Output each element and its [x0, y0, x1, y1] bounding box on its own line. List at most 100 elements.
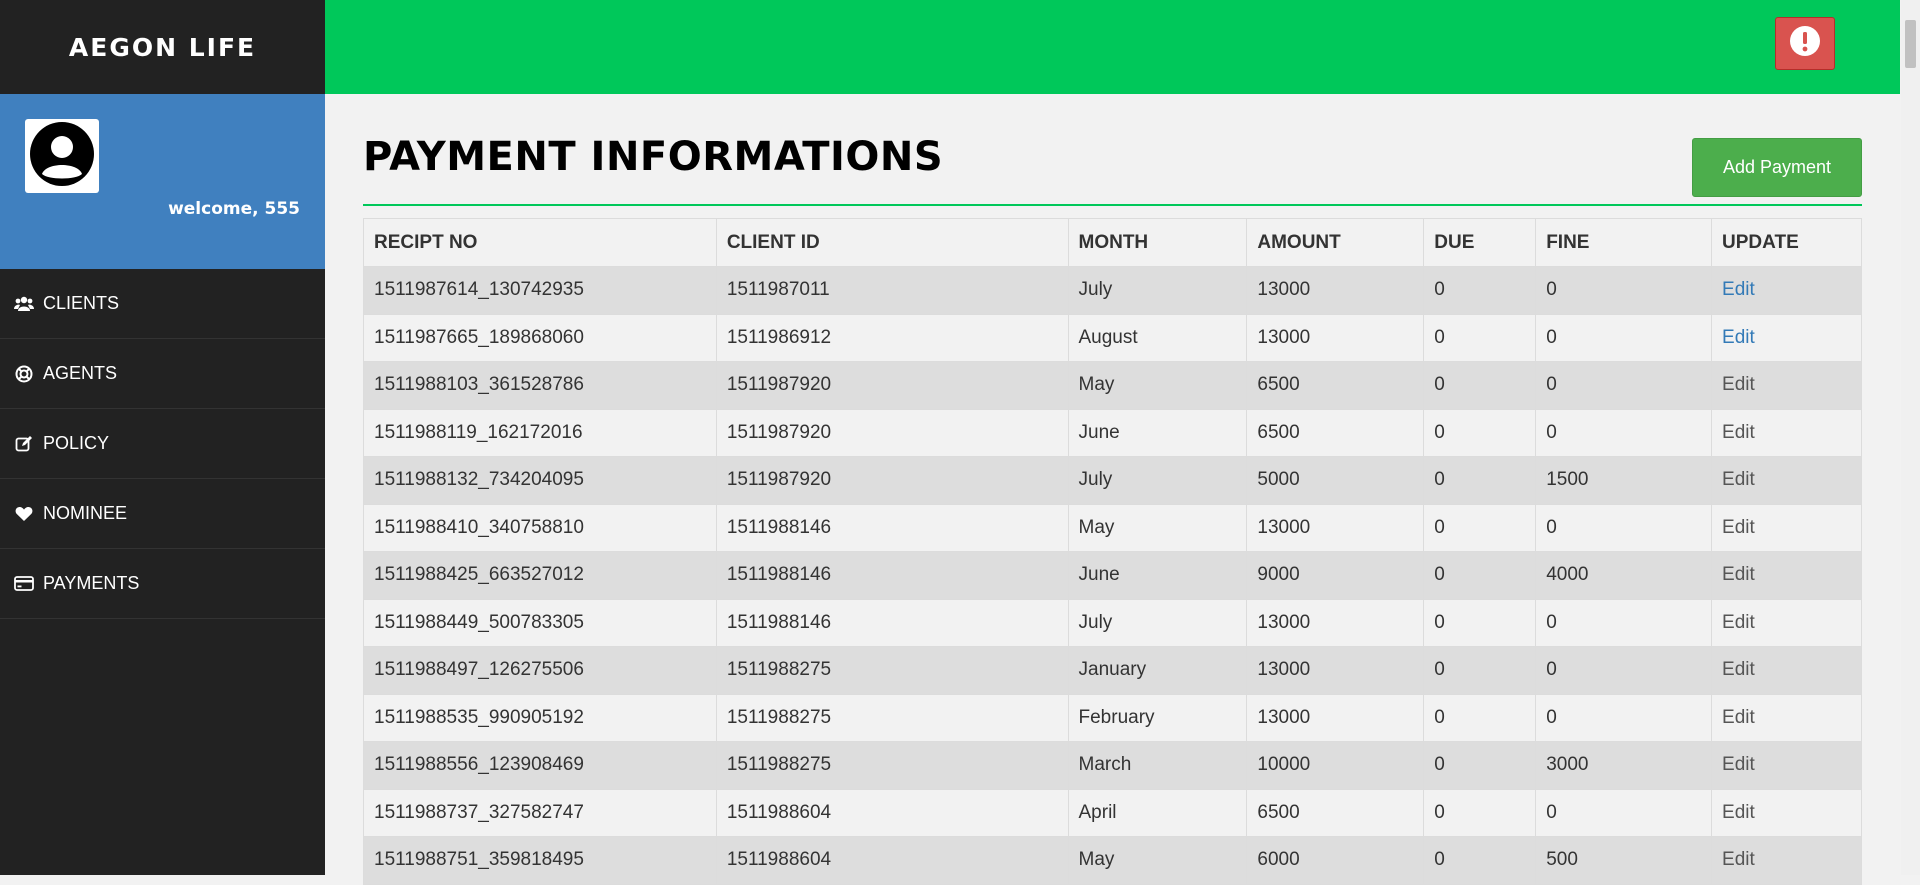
- sidebar-item-label: AGENTS: [43, 363, 118, 383]
- update-cell: Edit: [1711, 693, 1862, 742]
- table-cell: 0: [1423, 788, 1537, 837]
- table-cell: 0: [1423, 361, 1537, 410]
- sidebar-item-clients[interactable]: CLIENTS: [0, 269, 325, 339]
- add-payment-button[interactable]: Add Payment: [1692, 138, 1862, 197]
- table-cell: 1511988751_359818495: [363, 836, 717, 885]
- table-cell: May: [1067, 503, 1248, 552]
- table-cell: 1511988604: [715, 788, 1069, 837]
- table-cell: 6500: [1246, 408, 1425, 457]
- table-cell: 1511988604: [715, 836, 1069, 885]
- table-cell: 1511988535_990905192: [363, 693, 717, 742]
- exclamation-circle-icon: [1789, 25, 1821, 62]
- update-cell: Edit: [1711, 788, 1862, 837]
- edit-link[interactable]: Edit: [1722, 849, 1755, 870]
- table-cell: 1511987920: [715, 456, 1069, 505]
- table-cell: 13000: [1246, 598, 1425, 647]
- table-row: 1511988737_327582747 1511988604 April 6500 0…: [363, 788, 1862, 837]
- table-header-row: RECIPT NO CLIENT ID MONTH AMOUNT DUE FIN…: [363, 218, 1862, 267]
- table-cell: 1511988556_123908469: [363, 741, 717, 790]
- sidebar-item-label: NOMINEE: [43, 503, 128, 523]
- table-cell: July: [1067, 456, 1248, 505]
- column-header: FINE: [1535, 218, 1713, 267]
- table-cell: 0: [1423, 456, 1537, 505]
- table-cell: 1511987665_189868060: [363, 313, 717, 362]
- table-row: 1511988132_734204095 1511987920 July 5000 0 1…: [363, 456, 1862, 505]
- update-cell: Edit: [1711, 408, 1862, 457]
- table-cell: 13000: [1246, 266, 1425, 315]
- table-cell: April: [1067, 788, 1248, 837]
- column-header: UPDATE: [1711, 218, 1862, 267]
- edit-link[interactable]: Edit: [1722, 422, 1755, 443]
- avatar: [25, 119, 99, 193]
- table-cell: 1511988132_734204095: [363, 456, 717, 505]
- table-cell: 1511988275: [715, 693, 1069, 742]
- table-cell: 1511988103_361528786: [363, 361, 717, 410]
- alert-button[interactable]: [1775, 17, 1835, 70]
- table-row: 1511988556_123908469 1511988275 March 10000…: [363, 741, 1862, 790]
- edit-link[interactable]: Edit: [1722, 374, 1755, 395]
- table-cell: 1511988425_663527012: [363, 551, 717, 600]
- table-cell: May: [1067, 361, 1248, 410]
- edit-link[interactable]: Edit: [1722, 564, 1755, 585]
- sidebar-item-nominee[interactable]: NOMINEE: [0, 479, 325, 549]
- table-body: 1511987614_130742935 1511987011 July 13000 0…: [363, 266, 1862, 885]
- column-header: AMOUNT: [1246, 218, 1425, 267]
- table-cell: March: [1067, 741, 1248, 790]
- table-cell: 1511988275: [715, 646, 1069, 695]
- edit-link[interactable]: Edit: [1722, 659, 1755, 680]
- sidebar-item-policy[interactable]: POLICY: [0, 409, 325, 479]
- table-cell: 0: [1423, 408, 1537, 457]
- table-cell: 0: [1535, 503, 1713, 552]
- table-cell: 13000: [1246, 693, 1425, 742]
- table-row: 1511988751_359818495 1511988604 May 6000 0 50…: [363, 836, 1862, 885]
- payments-table: RECIPT NO CLIENT ID MONTH AMOUNT DUE FIN…: [363, 218, 1862, 885]
- vertical-scrollbar[interactable]: [1901, 0, 1920, 875]
- table-row: 1511988425_663527012 1511988146 June 9000 0 4…: [363, 551, 1862, 600]
- sidebar-item-agents[interactable]: AGENTS: [0, 339, 325, 409]
- table-cell: 5000: [1246, 456, 1425, 505]
- table-cell: 500: [1535, 836, 1713, 885]
- sidebar-item-payments[interactable]: PAYMENTS: [0, 549, 325, 619]
- page-title: PAYMENT INFORMATIONS: [363, 134, 944, 180]
- table-cell: 0: [1535, 693, 1713, 742]
- edit-link[interactable]: Edit: [1722, 327, 1755, 348]
- table-row: 1511988449_500783305 1511988146 July 13000 0…: [363, 598, 1862, 647]
- table-cell: 0: [1423, 598, 1537, 647]
- table-cell: 6500: [1246, 788, 1425, 837]
- table-cell: 0: [1535, 598, 1713, 647]
- table-row: 1511987614_130742935 1511987011 July 13000 0…: [363, 266, 1862, 315]
- table-row: 1511987665_189868060 1511986912 August 1300…: [363, 313, 1862, 362]
- update-cell: Edit: [1711, 361, 1862, 410]
- table-row: 1511988103_361528786 1511987920 May 6500 0 0 E…: [363, 361, 1862, 410]
- welcome-text: welcome, 555: [168, 199, 300, 219]
- table-cell: 1511987614_130742935: [363, 266, 717, 315]
- table-row: 1511988535_990905192 1511988275 February 13…: [363, 693, 1862, 742]
- table-row: 1511988410_340758810 1511988146 May 13000 0 0…: [363, 503, 1862, 552]
- sidebar-item-label: CLIENTS: [43, 293, 120, 313]
- edit-link[interactable]: Edit: [1722, 612, 1755, 633]
- sidebar-item-label: PAYMENTS: [43, 573, 140, 593]
- edit-link[interactable]: Edit: [1722, 517, 1755, 538]
- brand-logo: AEGON LIFE: [68, 32, 257, 62]
- column-header: RECIPT NO: [363, 218, 717, 267]
- table-cell: 1511988449_500783305: [363, 598, 717, 647]
- table-cell: 1511988497_126275506: [363, 646, 717, 695]
- edit-link[interactable]: Edit: [1722, 279, 1755, 300]
- edit-link[interactable]: Edit: [1722, 469, 1755, 490]
- users-icon: [13, 293, 35, 315]
- edit-link[interactable]: Edit: [1722, 754, 1755, 775]
- scrollbar-thumb[interactable]: [1905, 20, 1916, 68]
- edit-link[interactable]: Edit: [1722, 802, 1755, 823]
- edit-link[interactable]: Edit: [1722, 707, 1755, 728]
- table-cell: 1511988146: [715, 551, 1069, 600]
- table-cell: January: [1067, 646, 1248, 695]
- table-cell: August: [1067, 313, 1248, 362]
- heart-icon: [13, 503, 35, 525]
- table-cell: 6500: [1246, 361, 1425, 410]
- table-cell: 0: [1535, 313, 1713, 362]
- table-cell: 13000: [1246, 313, 1425, 362]
- table-cell: 4000: [1535, 551, 1713, 600]
- table-cell: 1500: [1535, 456, 1713, 505]
- table-cell: 0: [1535, 788, 1713, 837]
- table-cell: 0: [1423, 503, 1537, 552]
